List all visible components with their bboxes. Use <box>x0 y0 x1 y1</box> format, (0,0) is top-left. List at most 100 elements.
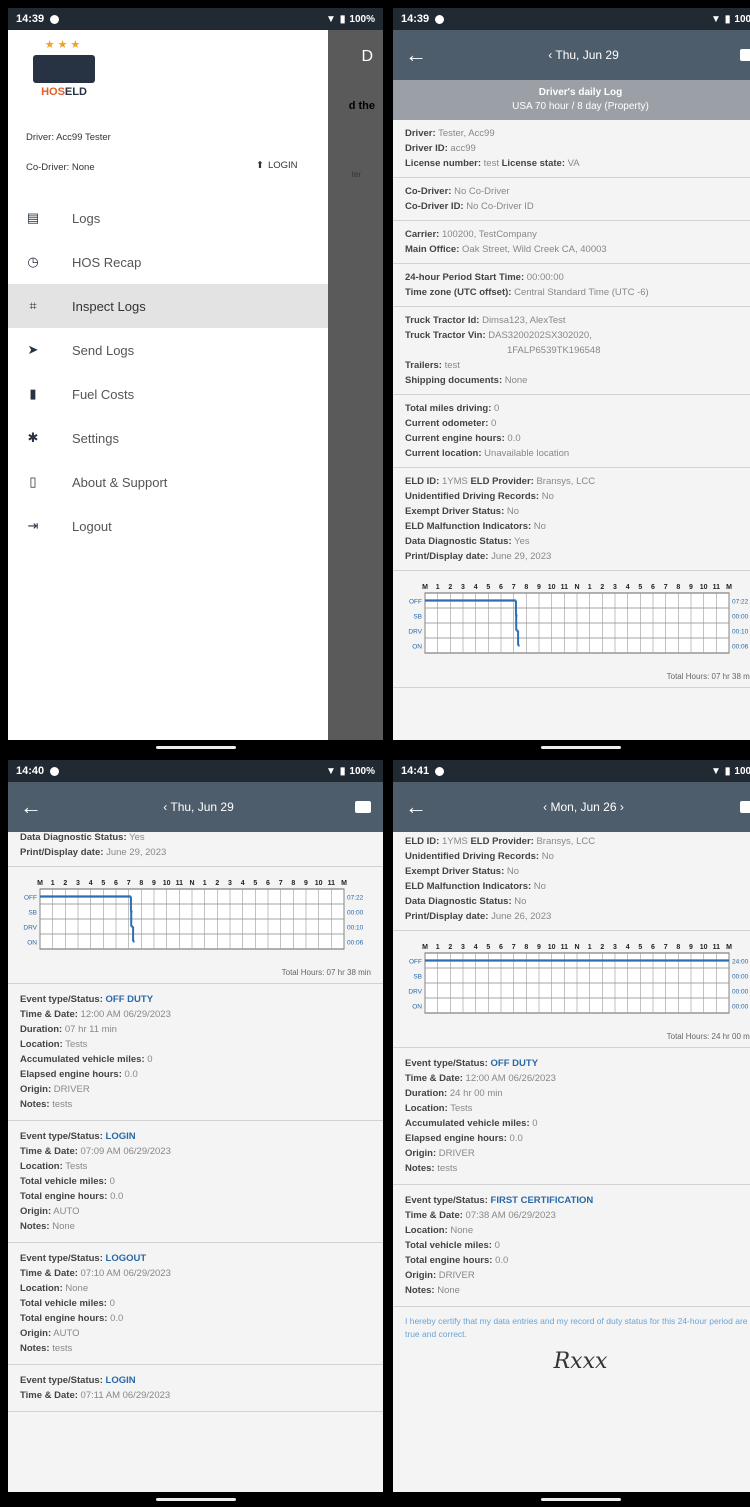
home-indicator[interactable] <box>155 1497 236 1501</box>
field-label: Elapsed engine hours: <box>20 1069 122 1080</box>
info-row: Elapsed engine hours: 0.0 <box>20 1067 371 1082</box>
field-value: 0.0 <box>495 1255 509 1266</box>
info-row: Event type/Status: LOGIN <box>20 1373 371 1388</box>
date-title[interactable]: ‹ Thu, Jun 29 <box>163 800 234 814</box>
status-total: 00:00 <box>732 974 749 981</box>
menu-item-inspect-logs[interactable]: ⌗ Inspect Logs <box>8 284 328 328</box>
duty-status-graph: M 1 2 3 4 5 6 7 8 9 10 11 N 1 2 3 4 5 6 7 8 9 10 11 M OFF 24:00 SB 0… <box>393 931 750 1048</box>
field-value: 07:10 AM 06/29/2023 <box>80 1268 171 1279</box>
field-label: Origin: <box>20 1206 52 1217</box>
status-time: 14:41 <box>401 765 430 777</box>
hour-label: 1 <box>588 584 592 591</box>
info-row: Print/Display date: June 29, 2023 <box>20 845 371 860</box>
menu-item-label: Logout <box>72 518 112 534</box>
field-value: 0 <box>494 1240 500 1251</box>
event-card[interactable]: Event type/Status: LOGIN Time & Date: 07:… <box>8 1121 383 1243</box>
hour-label: 3 <box>461 584 465 591</box>
field-value: Tester, Acc99 <box>438 128 495 139</box>
menu-item-logout[interactable]: ⇥ Logout <box>8 504 328 548</box>
hour-label: 7 <box>512 944 516 951</box>
hos-eld-logo: ★★★ HOSELD <box>24 38 104 110</box>
status-label: OFF <box>24 895 37 902</box>
hour-label: 5 <box>638 584 642 591</box>
field-value: No <box>506 866 520 877</box>
info-section: ELD ID: 1YMS ELD Provider: Bransys, LCC U… <box>393 832 750 931</box>
home-indicator[interactable] <box>155 745 236 749</box>
hour-label: 3 <box>76 880 80 887</box>
menu-item-logs[interactable]: ▤ Logs <box>8 196 328 240</box>
truck-icon <box>33 55 95 83</box>
field-value: DAS3200202SX302020, <box>488 330 592 341</box>
field-label: Print/Display date: <box>405 551 489 562</box>
back-arrow-icon[interactable]: ← <box>20 794 42 820</box>
chevron-right-icon[interactable]: › <box>617 800 624 814</box>
menu-item-label: Logs <box>72 210 101 226</box>
field-label: Truck Tractor Id: <box>405 315 480 326</box>
event-card[interactable]: Event type/Status: FIRST CERTIFICATION Ti… <box>393 1185 750 1307</box>
event-card[interactable]: Event type/Status: LOGIN Time & Date: 07:… <box>8 1365 383 1412</box>
hour-label: 2 <box>448 944 452 951</box>
hour-label: 10 <box>315 880 323 887</box>
menu-item-label: HOS Recap <box>72 254 142 270</box>
hour-label: 10 <box>163 880 171 887</box>
hour-label: 7 <box>664 944 668 951</box>
log-content[interactable]: ELD ID: 1YMS ELD Provider: Bransys, LCC U… <box>393 832 750 1492</box>
event-card[interactable]: Event type/Status: OFF DUTY Time & Date: … <box>8 984 383 1121</box>
send-icon: ➤ <box>27 342 39 357</box>
hour-label: 7 <box>664 584 668 591</box>
status-label: ON <box>412 1004 422 1011</box>
back-arrow-icon[interactable]: ← <box>405 794 427 820</box>
menu-item-fuel-costs[interactable]: ▮ Fuel Costs <box>8 372 328 416</box>
field-value: June 26, 2023 <box>491 911 552 922</box>
info-row: Event type/Status: LOGIN <box>20 1129 371 1144</box>
menu-item-hos-recap[interactable]: ◷ HOS Recap <box>8 240 328 284</box>
log-content[interactable]: Driver's daily Log USA 70 hour / 8 day (P… <box>393 80 750 740</box>
info-row: Accumulated vehicle miles: 0 <box>405 1116 750 1131</box>
field-label: Event type/Status: <box>20 994 103 1005</box>
field-label: Exempt Driver Status: <box>405 866 505 877</box>
event-card[interactable]: Event type/Status: LOGOUT Time & Date: 07… <box>8 1243 383 1365</box>
field-value: 12:00 AM 06/26/2023 <box>465 1073 556 1084</box>
field-value: tests <box>52 1099 73 1110</box>
hour-label: 11 <box>176 880 184 887</box>
back-arrow-icon[interactable]: ← <box>405 42 427 68</box>
field-value: VA <box>567 158 580 169</box>
hour-label: 9 <box>689 944 693 951</box>
field-value: 0.0 <box>110 1313 124 1324</box>
field-label: ELD Malfunction Indicators: <box>405 881 532 892</box>
field-label: Time & Date: <box>20 1268 78 1279</box>
field-label: ELD Provider: <box>470 836 534 847</box>
field-value: 0 <box>147 1054 153 1065</box>
field-label: Location: <box>20 1039 63 1050</box>
status-label: SB <box>413 614 422 621</box>
date-title[interactable]: ‹ Mon, Jun 26 › <box>543 800 624 814</box>
mail-icon[interactable] <box>355 801 371 813</box>
field-label: Total vehicle miles: <box>20 1298 107 1309</box>
menu-item-about-support[interactable]: ▯ About & Support <box>8 460 328 504</box>
menu-item-settings[interactable]: ✱ Settings <box>8 416 328 460</box>
info-row: Current location: Unavailable location <box>405 446 750 461</box>
field-value: 1YMS <box>441 476 468 487</box>
event-card[interactable]: Event type/Status: OFF DUTY Time & Date: … <box>393 1048 750 1185</box>
field-label: Time zone (UTC offset): <box>405 287 512 298</box>
mail-icon[interactable] <box>739 801 750 813</box>
field-label: Exempt Driver Status: <box>405 506 505 517</box>
log-content[interactable]: Data Diagnostic Status: Yes Print/Display… <box>8 832 383 1492</box>
hour-label: 1 <box>51 880 55 887</box>
mail-icon[interactable] <box>740 49 750 61</box>
hour-label: 7 <box>512 584 516 591</box>
hour-label: 9 <box>304 880 308 887</box>
date-title[interactable]: ‹ Thu, Jun 29 <box>548 48 619 62</box>
login-button[interactable]: ⬆ LOGIN <box>256 160 298 171</box>
home-indicator[interactable] <box>540 1497 621 1501</box>
field-value: DRIVER <box>438 1148 475 1159</box>
menu-item-label: Inspect Logs <box>72 298 146 314</box>
field-label: Location: <box>405 1225 448 1236</box>
field-label: Location: <box>405 1103 448 1114</box>
field-value: 0.0 <box>124 1069 138 1080</box>
hour-label: 9 <box>537 584 541 591</box>
menu-item-send-logs[interactable]: ➤ Send Logs <box>8 328 328 372</box>
status-total: 24:00 <box>732 959 749 966</box>
home-indicator[interactable] <box>540 745 621 749</box>
hour-label: 5 <box>638 944 642 951</box>
